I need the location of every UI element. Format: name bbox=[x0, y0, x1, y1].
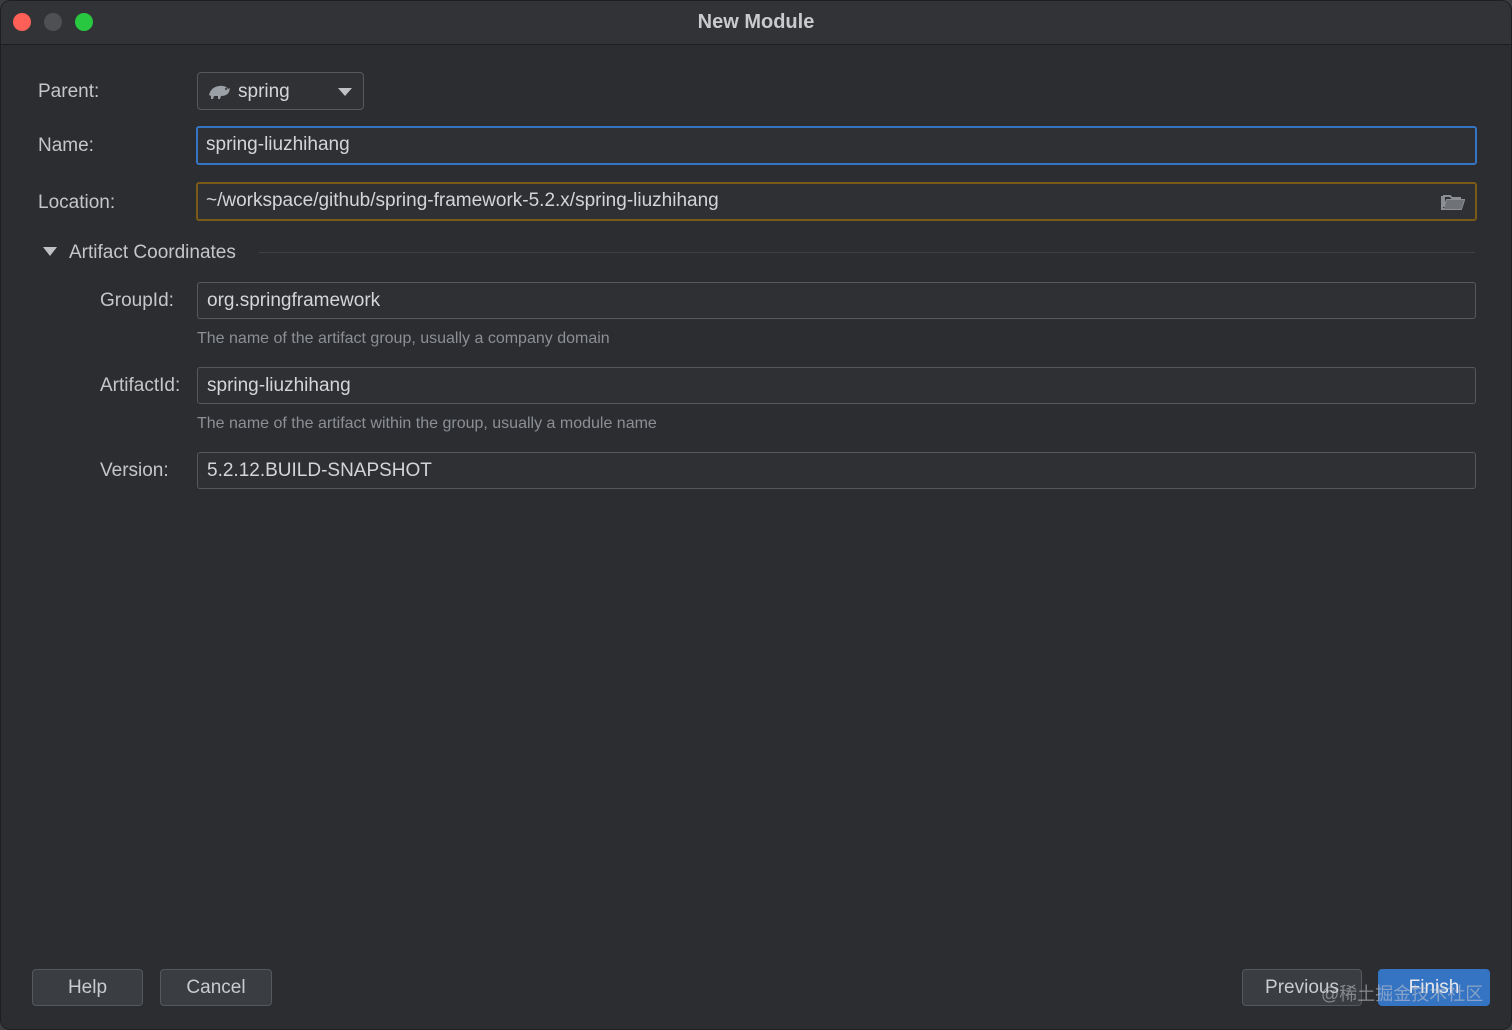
help-button[interactable]: Help bbox=[32, 969, 143, 1006]
artifact-section-title[interactable]: Artifact Coordinates bbox=[69, 242, 236, 264]
artifactid-hint: The name of the artifact within the grou… bbox=[197, 415, 657, 432]
location-input[interactable]: ~/workspace/github/spring-framework-5.2.… bbox=[196, 182, 1477, 221]
version-label: Version: bbox=[100, 460, 169, 481]
collapse-arrow-icon[interactable] bbox=[43, 247, 57, 256]
folder-icon[interactable] bbox=[1441, 193, 1465, 211]
title-bar: New Module bbox=[1, 1, 1511, 45]
parent-combobox[interactable]: spring bbox=[197, 72, 364, 110]
new-module-dialog: New Module Parent: spring Name: spring-l… bbox=[0, 0, 1512, 1030]
name-input[interactable]: spring-liuzhihang bbox=[196, 126, 1477, 165]
section-divider bbox=[259, 252, 1475, 253]
groupid-label: GroupId: bbox=[100, 290, 174, 311]
groupid-input[interactable]: org.springframework bbox=[197, 282, 1476, 319]
watermark: @稀土掘金技术社区 bbox=[1321, 984, 1484, 1004]
groupid-hint: The name of the artifact group, usually … bbox=[197, 330, 610, 347]
name-label: Name: bbox=[38, 135, 94, 156]
artifactid-input[interactable]: spring-liuzhihang bbox=[197, 367, 1476, 404]
version-input[interactable]: 5.2.12.BUILD-SNAPSHOT bbox=[197, 452, 1476, 489]
location-label: Location: bbox=[38, 192, 116, 213]
maven-module-icon bbox=[209, 85, 230, 99]
dialog-title: New Module bbox=[697, 11, 815, 33]
location-value: ~/workspace/github/spring-framework-5.2.… bbox=[206, 190, 719, 211]
parent-value: spring bbox=[238, 81, 290, 102]
artifactid-label: ArtifactId: bbox=[100, 375, 181, 396]
cancel-button[interactable]: Cancel bbox=[160, 969, 272, 1006]
chevron-down-icon bbox=[338, 88, 352, 96]
parent-label: Parent: bbox=[38, 81, 100, 102]
